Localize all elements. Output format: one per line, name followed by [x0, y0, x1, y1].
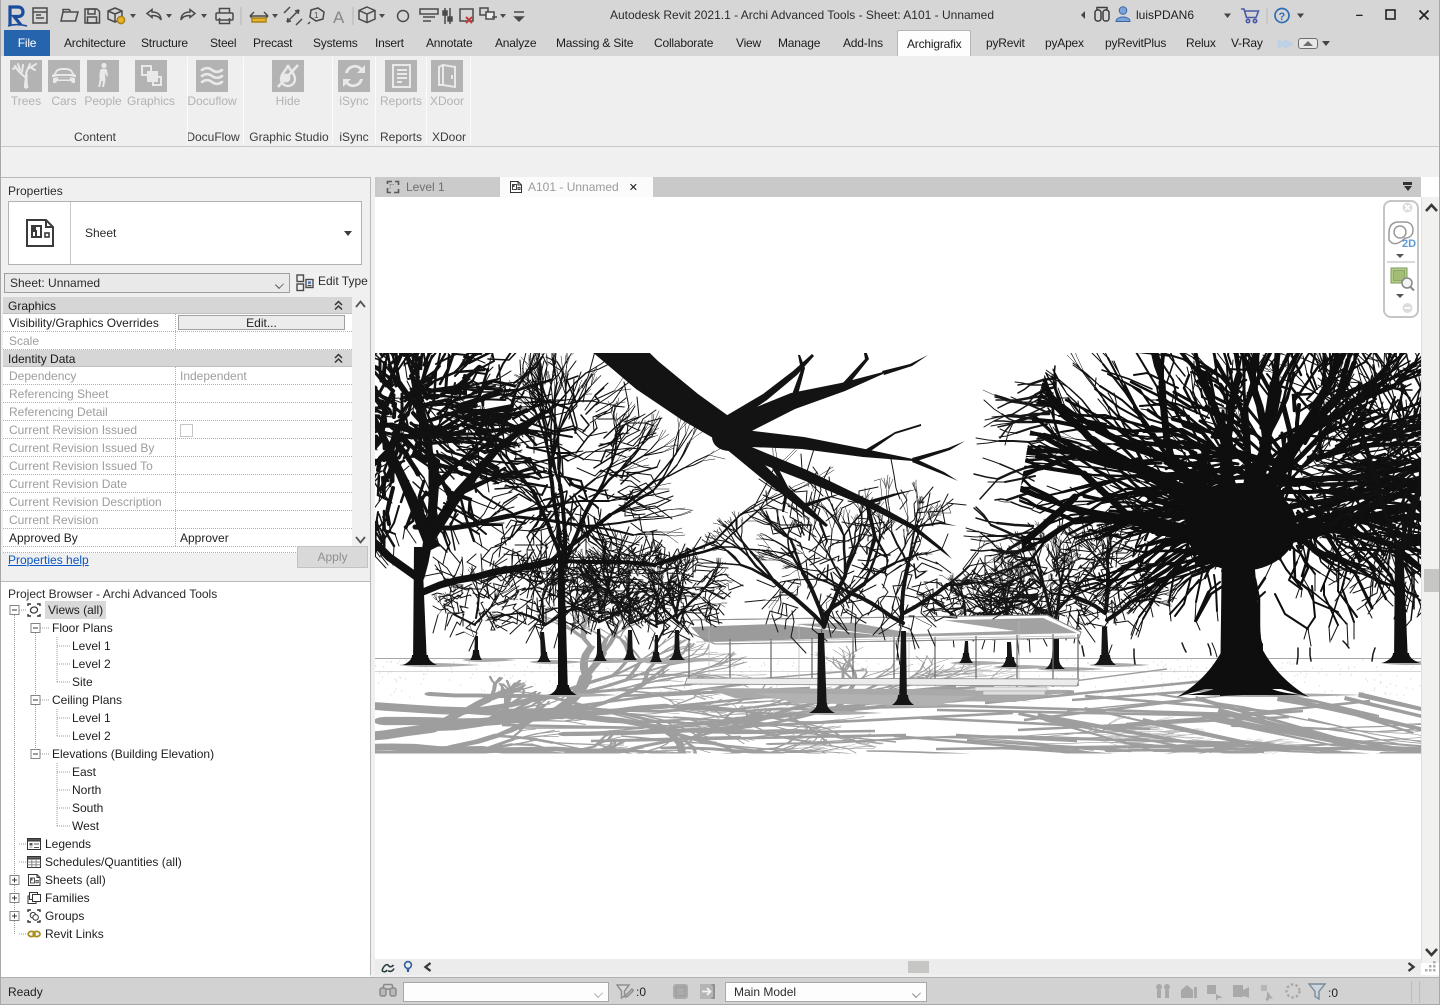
svg-text:?: ?: [1279, 11, 1286, 23]
svg-text:1: 1: [314, 11, 319, 20]
svg-text:2D: 2D: [1402, 238, 1416, 250]
svg-text::0: :0: [1328, 986, 1338, 1000]
svg-text:A: A: [333, 8, 345, 27]
svg-text:luisPDAN6: luisPDAN6: [1136, 8, 1194, 22]
